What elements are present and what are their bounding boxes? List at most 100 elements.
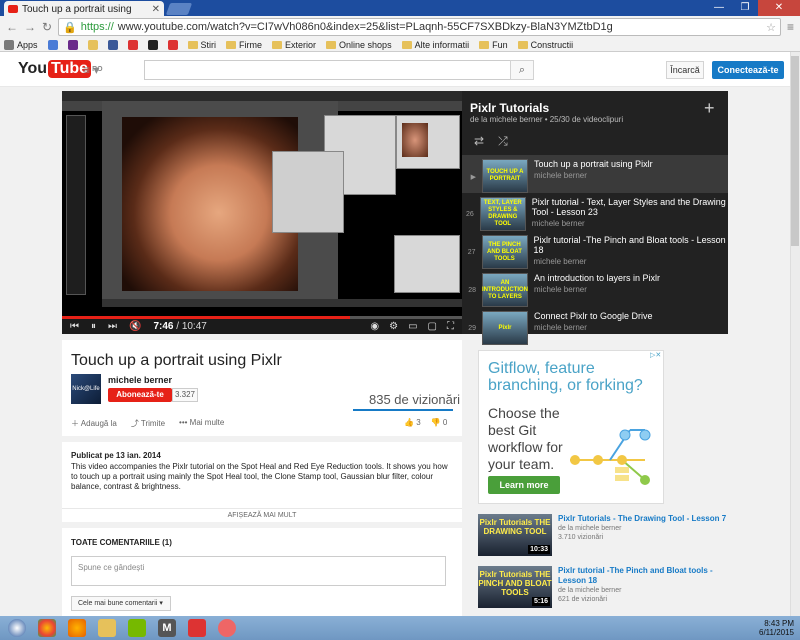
chrome-icon[interactable] (38, 619, 56, 637)
comment-sort-dropdown[interactable]: Cele mai bune comentarii ▾ (71, 596, 171, 611)
new-tab-button[interactable] (165, 3, 193, 15)
next-icon[interactable]: ⏭ (108, 321, 117, 332)
facebook-icon[interactable] (107, 39, 118, 50)
playlist-item-author: michele berner (534, 285, 587, 294)
related-video-thumbnail[interactable]: Pixlr Tutorials THE DRAWING TOOL 10:33 (478, 514, 552, 556)
system-tray-clock[interactable]: 8:43 PM 6/11/2015 (759, 619, 794, 637)
bookmark-folder-constructii[interactable]: Constructii (517, 40, 573, 50)
channel-name[interactable]: michele berner (108, 375, 172, 385)
tab-close-icon[interactable]: ✕ (152, 4, 160, 15)
share-button[interactable]: ⤴ Trimite (131, 418, 165, 429)
view-count: 835 de vizionări (369, 392, 461, 407)
bookmark-icon[interactable] (47, 39, 58, 50)
app-icon[interactable] (218, 619, 236, 637)
folder-icon (517, 40, 528, 49)
bookmark-icon[interactable] (67, 39, 78, 50)
folder-icon (479, 40, 490, 49)
search-icon[interactable]: ⌕ (510, 60, 534, 80)
subscribe-button[interactable]: Abonează-te (108, 388, 172, 402)
related-video-title[interactable]: Pixlr tutorial -The Pinch and Bloat tool… (558, 566, 728, 586)
comment-input[interactable]: Spune ce gândești (71, 556, 446, 586)
captions-icon[interactable]: ◉ (370, 321, 379, 332)
subscriber-count: 3.327 (172, 388, 198, 402)
signin-button[interactable]: Conectează-te (712, 61, 784, 79)
playlist-item-thumbnail: THE PINCH AND BLOAT TOOLS (481, 235, 528, 269)
playlist-item-title: Pixlr tutorial -The Pinch and Bloat tool… (533, 235, 726, 255)
like-dislike: 👍 3 👎 0 (404, 418, 447, 427)
bookmark-icon[interactable] (87, 39, 98, 50)
bookmark-icon[interactable] (127, 39, 138, 50)
guide-menu-icon[interactable]: ≡ ▾ (83, 63, 99, 77)
app-m-icon[interactable]: M (158, 619, 176, 637)
playlist-item[interactable]: 26 TEXT, LAYER STYLES & DRAWING TOOL Pixlr… (462, 193, 728, 231)
bookmark-folder-firme[interactable]: Firme (226, 40, 262, 50)
bookmark-icon[interactable] (167, 39, 178, 50)
playlist-item[interactable]: 27 THE PINCH AND BLOAT TOOLS Pixlr tutoria… (462, 231, 728, 269)
cast-icon[interactable]: ▢ (428, 321, 437, 332)
firefox-icon[interactable] (68, 619, 86, 637)
bookmark-folder-alte-informatii[interactable]: Alte informatii (401, 40, 469, 50)
related-video-title[interactable]: Pixlr Tutorials - The Drawing Tool - Les… (558, 514, 726, 524)
related-video-thumbnail[interactable]: Pixlr Tutorials THE PINCH AND BLOAT TOOL… (478, 566, 552, 608)
previous-icon[interactable]: ⏮ (70, 321, 79, 332)
menu-icon[interactable]: ≡ (787, 20, 794, 34)
bookmark-folder-exterior[interactable]: Exterior (272, 40, 316, 50)
bookmark-icon[interactable] (147, 39, 158, 50)
git-branch-diagram (570, 429, 651, 485)
add-to-button[interactable]: ＋ Adaugă la (71, 418, 117, 429)
video-actions: ＋ Adaugă la ⤴ Trimite ••• Mai multe (71, 418, 224, 429)
playlist-item-author: michele berner (531, 219, 585, 228)
video-frame-color-balance-dialog (272, 151, 344, 233)
video-player[interactable] (62, 91, 462, 317)
bookmark-folder-fun[interactable]: Fun (479, 40, 508, 50)
bookmark-folder-online-shops[interactable]: Online shops (326, 40, 392, 50)
forward-icon[interactable]: → (24, 20, 36, 34)
pause-icon[interactable]: ⏸ (91, 321, 96, 332)
upload-button[interactable]: Încarcă (666, 61, 704, 79)
file-explorer-icon[interactable] (98, 619, 116, 637)
playlist-item[interactable]: ▶ TOUCH UP A PORTRAIT Touch up a portrait … (462, 155, 728, 193)
playlist-item-author: michele berner (534, 171, 587, 180)
channel-avatar[interactable]: Nick@Life (71, 374, 101, 404)
bookmark-apps[interactable]: Apps (4, 39, 38, 50)
show-more-button[interactable]: AFIȘEAZĂ MAI MULT (62, 508, 462, 519)
playlist-item[interactable]: 29 Pixlr Connect Pixlr to Google Drive mich… (462, 307, 728, 345)
youtube-favicon-icon (8, 5, 18, 13)
ad-learn-more-button[interactable]: Learn more (488, 476, 560, 494)
search-input[interactable] (144, 60, 534, 80)
ad-choices-icon[interactable]: ▷✕ (650, 351, 661, 359)
tab-title: Touch up a portrait using (22, 3, 132, 15)
shuffle-icon[interactable]: ⤮ (498, 134, 508, 149)
bookmark-folder-stiri[interactable]: Stiri (187, 40, 216, 50)
url-scheme: https:// (80, 21, 114, 33)
back-icon[interactable]: ← (6, 20, 18, 34)
related-video[interactable]: Pixlr Tutorials THE PINCH AND BLOAT TOOL… (478, 566, 728, 612)
address-bar[interactable]: 🔒 https://www.youtube.com/watch?v=CI7wVh… (58, 18, 781, 36)
minimize-icon[interactable]: — (706, 0, 732, 16)
maximize-icon[interactable]: ❐ (732, 0, 758, 16)
browser-tab[interactable]: Touch up a portrait using ✕ (4, 1, 164, 17)
theater-mode-icon[interactable]: ▭ (408, 321, 417, 332)
playlist-item[interactable]: 28 AN INTRODUCTION TO LAYERS An introducti… (462, 269, 728, 307)
app-120x-icon[interactable] (188, 619, 206, 637)
loop-icon[interactable]: ⇄ (474, 134, 484, 149)
fullscreen-icon[interactable]: ⛶ (447, 321, 454, 332)
reload-icon[interactable]: ↻ (42, 20, 52, 34)
video-title: Touch up a portrait using Pixlr (71, 352, 282, 369)
dislike-button[interactable]: 👎 0 (431, 418, 448, 427)
video-frame-statusbar (102, 299, 462, 307)
scrollbar-thumb[interactable] (791, 56, 799, 246)
playlist-item-index: 26 (466, 211, 474, 218)
bookmark-star-icon[interactable]: ☆ (766, 21, 776, 34)
start-button-icon[interactable] (8, 619, 26, 637)
like-button[interactable]: 👍 3 (404, 418, 421, 427)
playlist-add-icon[interactable]: + (704, 98, 715, 119)
close-window-icon[interactable]: ✕ (758, 0, 800, 16)
playlist-title[interactable]: Pixlr Tutorials (470, 101, 549, 115)
volume-icon[interactable]: 🔇 (129, 321, 141, 332)
folder-icon (272, 40, 283, 49)
settings-gear-icon[interactable]: ⚙ (389, 321, 398, 332)
related-video[interactable]: Pixlr Tutorials THE DRAWING TOOL 10:33 Pix… (478, 514, 728, 560)
more-actions-button[interactable]: ••• Mai multe (179, 418, 224, 429)
nvidia-icon[interactable] (128, 619, 146, 637)
